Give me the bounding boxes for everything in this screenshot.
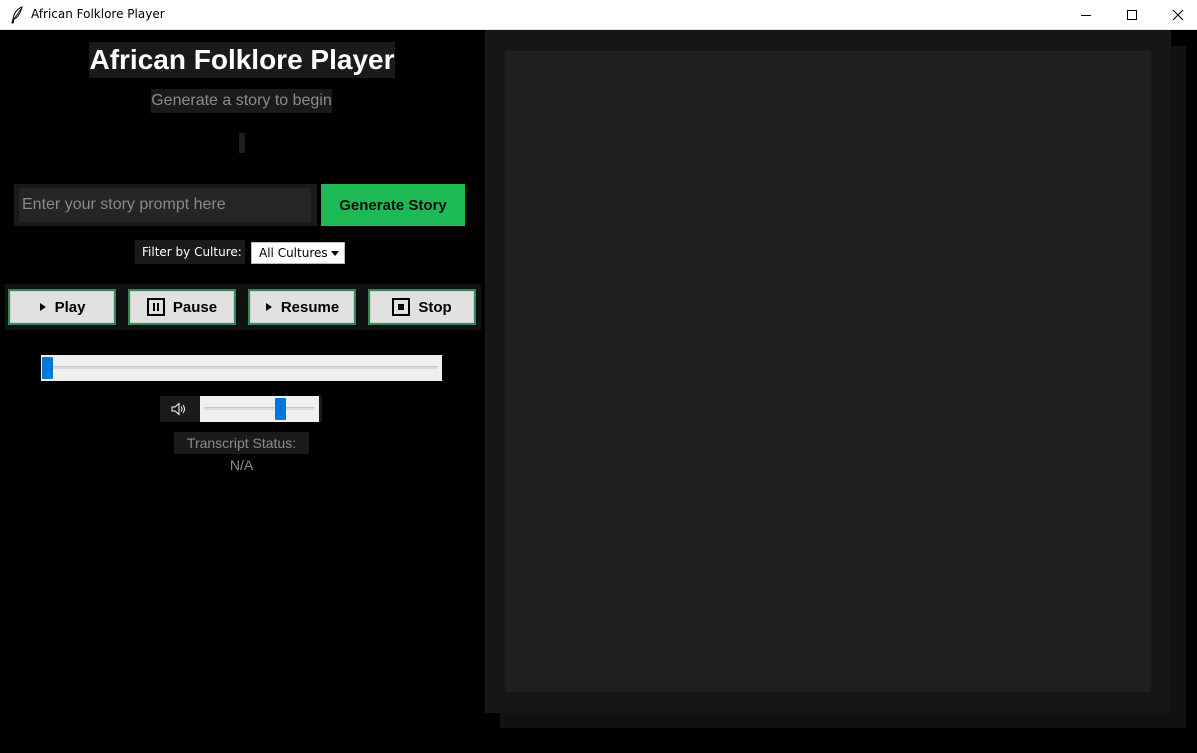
maximize-button[interactable] [1109, 0, 1155, 30]
minimize-icon [1081, 15, 1091, 16]
pause-icon [146, 298, 165, 316]
progress-slider[interactable] [41, 355, 442, 381]
status-text: Generate a story to begin [151, 89, 332, 113]
close-button[interactable] [1155, 0, 1197, 30]
transcript-status: Transcript Status: N/A [174, 432, 309, 473]
resume-label: Resume [280, 298, 340, 316]
volume-slider[interactable] [200, 396, 319, 422]
story-prompt-input[interactable] [19, 188, 311, 222]
generate-story-button[interactable]: Generate Story [321, 184, 465, 226]
stop-button[interactable]: Stop [368, 289, 476, 325]
app-window-body: African Folklore Player Generate a story… [0, 30, 1197, 753]
stop-label: Stop [418, 298, 452, 316]
volume-icon-container [160, 396, 198, 422]
progress-track [47, 366, 438, 369]
play-button[interactable]: Play [8, 289, 116, 325]
app-title: African Folklore Player [89, 42, 395, 78]
play-label: Play [54, 298, 86, 316]
culture-select[interactable]: All Cultures [251, 242, 345, 264]
progress-handle[interactable] [42, 357, 53, 379]
resume-button[interactable]: Resume [248, 289, 356, 325]
volume-track [204, 407, 315, 410]
loading-indicator [239, 133, 245, 153]
culture-select-value: All Cultures [259, 246, 328, 260]
pause-label: Pause [172, 298, 218, 316]
feather-icon [10, 6, 24, 24]
filter-culture-label: Filter by Culture: [135, 240, 245, 264]
speaker-icon [171, 402, 185, 416]
minimize-button[interactable] [1063, 0, 1109, 30]
close-icon [1172, 9, 1184, 21]
window-title: African Folklore Player [31, 7, 165, 21]
play-icon [39, 303, 46, 311]
story-display-canvas [505, 51, 1151, 692]
pause-button[interactable]: Pause [128, 289, 236, 325]
volume-handle[interactable] [275, 398, 287, 420]
resume-icon [265, 303, 272, 311]
stop-icon [392, 298, 411, 316]
maximize-icon [1127, 10, 1137, 20]
window-titlebar: African Folklore Player [0, 0, 1197, 30]
chevron-down-icon [331, 251, 339, 256]
prompt-field-container [14, 184, 317, 226]
